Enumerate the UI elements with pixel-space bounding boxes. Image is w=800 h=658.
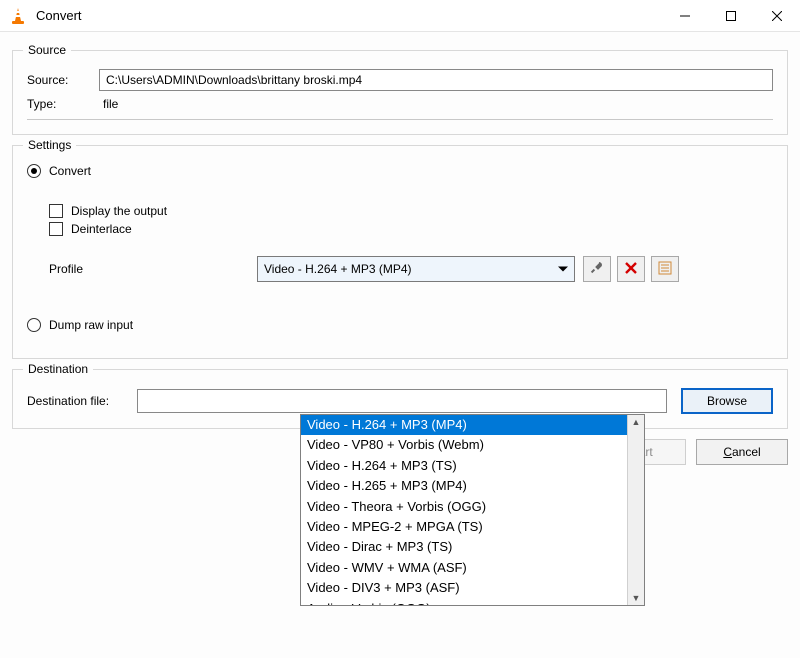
destination-legend: Destination [23, 362, 93, 376]
scroll-up-icon: ▲ [632, 417, 641, 427]
display-output-label: Display the output [71, 204, 167, 218]
source-group: Source Source: Type: file [12, 50, 788, 135]
window-controls [662, 0, 800, 31]
profile-option[interactable]: Video - VP80 + Vorbis (Webm) [301, 435, 627, 455]
titlebar: Convert [0, 0, 800, 32]
checkbox-icon [49, 204, 63, 218]
source-legend: Source [23, 43, 71, 57]
profile-label: Profile [27, 262, 257, 276]
profile-option[interactable]: Audio - Vorbis (OGG) [301, 599, 627, 605]
delete-profile-button[interactable] [617, 256, 645, 282]
dropdown-scrollbar[interactable]: ▲ ▼ [627, 415, 644, 605]
settings-legend: Settings [23, 138, 76, 152]
cancel-button[interactable]: Cancel [696, 439, 788, 465]
profile-option[interactable]: Video - H.265 + MP3 (MP4) [301, 476, 627, 496]
maximize-button[interactable] [708, 0, 754, 31]
source-label: Source: [27, 73, 99, 87]
deinterlace-label: Deinterlace [71, 222, 132, 236]
list-icon [658, 261, 672, 278]
profile-dropdown-list[interactable]: Video - H.264 + MP3 (MP4) Video - VP80 +… [300, 414, 645, 606]
dump-raw-radio[interactable]: Dump raw input [27, 318, 773, 332]
wrench-icon [590, 261, 604, 278]
minimize-button[interactable] [662, 0, 708, 31]
convert-radio[interactable]: Convert [27, 164, 773, 178]
new-profile-button[interactable] [651, 256, 679, 282]
close-button[interactable] [754, 0, 800, 31]
vlc-cone-icon [8, 6, 28, 26]
profile-option[interactable]: Video - H.264 + MP3 (TS) [301, 456, 627, 476]
profile-option[interactable]: Video - MPEG-2 + MPGA (TS) [301, 517, 627, 537]
profile-option[interactable]: Video - Theora + Vorbis (OGG) [301, 497, 627, 517]
dump-raw-label: Dump raw input [49, 318, 133, 332]
type-value: file [99, 97, 118, 111]
destination-file-label: Destination file: [27, 394, 137, 408]
browse-button[interactable]: Browse [681, 388, 773, 414]
delete-icon [625, 262, 637, 277]
cancel-button-label-rest: ancel [732, 445, 761, 459]
convert-radio-label: Convert [49, 164, 91, 178]
source-separator [27, 119, 773, 120]
profile-option[interactable]: Video - H.264 + MP3 (MP4) [301, 415, 627, 435]
profile-option[interactable]: Video - DIV3 + MP3 (ASF) [301, 578, 627, 598]
settings-group: Settings Convert Display the output Dein… [12, 145, 788, 359]
checkbox-icon [49, 222, 63, 236]
profile-option[interactable]: Video - WMV + WMA (ASF) [301, 558, 627, 578]
browse-button-label: Browse [707, 394, 747, 408]
profile-option[interactable]: Video - Dirac + MP3 (TS) [301, 537, 627, 557]
destination-file-field[interactable] [137, 389, 667, 413]
scroll-down-icon: ▼ [632, 593, 641, 603]
chevron-down-icon [558, 267, 568, 272]
radio-dot-icon [27, 164, 41, 178]
source-path-field[interactable] [99, 69, 773, 91]
profile-dropdown-items: Video - H.264 + MP3 (MP4) Video - VP80 +… [301, 415, 627, 605]
type-label: Type: [27, 97, 99, 111]
convert-dialog: Convert Source Source: Type: file [0, 0, 800, 658]
profile-selected-value: Video - H.264 + MP3 (MP4) [264, 262, 412, 276]
deinterlace-checkbox[interactable]: Deinterlace [49, 222, 773, 236]
display-output-checkbox[interactable]: Display the output [49, 204, 773, 218]
radio-dot-icon [27, 318, 41, 332]
profile-combobox[interactable]: Video - H.264 + MP3 (MP4) [257, 256, 575, 282]
window-title: Convert [36, 8, 662, 23]
edit-profile-button[interactable] [583, 256, 611, 282]
